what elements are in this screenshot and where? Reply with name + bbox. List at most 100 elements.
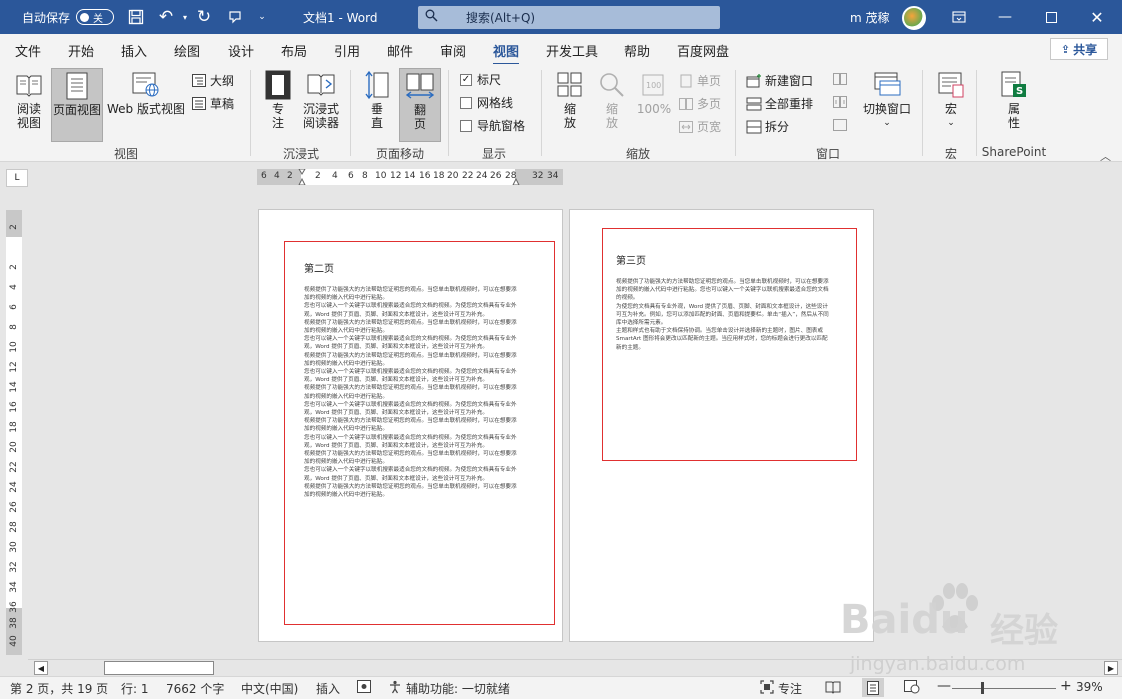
web-layout-button[interactable]: Web 版式视图 [104, 70, 188, 116]
print-layout-button[interactable]: 页面视图 [51, 68, 103, 142]
maximize-icon[interactable] [1028, 0, 1074, 34]
arrange-all-button[interactable]: 全部重排 [746, 95, 813, 112]
share-button[interactable]: ⇪ 共享 [1050, 38, 1108, 60]
tab-mailings[interactable]: 邮件 [387, 41, 413, 60]
ruler-tick-label: 10 [9, 341, 19, 353]
new-window-button[interactable]: 新建窗口 [746, 72, 813, 89]
zoom-out-icon[interactable]: — [937, 678, 951, 694]
ruler-checkbox[interactable]: ✓ 标尺 [460, 71, 501, 88]
scroll-thumb[interactable] [104, 661, 214, 675]
page-count[interactable]: 第 2 页，共 19 页 [10, 680, 108, 697]
focus-button[interactable]: 专 注 [259, 70, 297, 130]
tab-draw[interactable]: 绘图 [174, 41, 200, 60]
close-icon[interactable]: ✕ [1074, 0, 1120, 34]
minimize-icon[interactable]: — [982, 0, 1028, 34]
vertical-ruler[interactable]: 2 2 4 6 8 10 12 14 16 18 20 22 24 26 28 30 32 34 36 38 40 [6, 210, 22, 655]
tab-file[interactable]: 文件 [15, 41, 41, 60]
focus-mode-label[interactable]: 专注 [778, 680, 802, 697]
immersive-reader-button[interactable]: 沉浸式 阅读器 [297, 70, 345, 130]
accessibility-icon[interactable] [388, 680, 402, 697]
vertical-button[interactable]: 垂 直 [358, 70, 396, 130]
line-number[interactable]: 行: 1 [121, 680, 149, 697]
insert-mode[interactable]: 插入 [316, 680, 340, 697]
horizontal-ruler[interactable]: 6 4 2 2 4 6 8 10 12 14 16 18 20 22 24 26 28 32 34 [257, 169, 563, 185]
tab-view[interactable]: 视图 [493, 41, 520, 66]
zoom-100-button[interactable]: 100 100% [634, 70, 674, 116]
tab-selector[interactable]: L [6, 169, 28, 187]
tab-baidu-netdisk[interactable]: 百度网盘 [677, 41, 729, 60]
gridlines-checkbox[interactable]: 网格线 [460, 94, 513, 111]
reset-window-position-button[interactable] [832, 118, 851, 132]
zoom-label-2: 放 [563, 116, 576, 130]
ruler-tick-label: 10 [375, 171, 387, 181]
properties-button[interactable]: S 属 性 [994, 70, 1034, 130]
ruler-tick-label: 32 [532, 171, 544, 181]
print-layout-status-icon[interactable] [862, 678, 884, 697]
focus-mode-icon[interactable] [760, 680, 774, 697]
tab-help[interactable]: 帮助 [624, 41, 650, 60]
autosave-label: 自动保存 [22, 10, 71, 25]
focus-icon [263, 70, 293, 100]
scroll-right-icon[interactable]: ▶ [1104, 661, 1118, 675]
tab-references[interactable]: 引用 [334, 41, 360, 60]
zoom-slider-thumb[interactable] [981, 682, 984, 694]
avatar[interactable] [902, 6, 926, 30]
ruler-tick-label: 22 [462, 171, 474, 181]
document-area[interactable]: 第二页 视频提供了功能强大的方法帮助您证明您的观点。当您单击联机视频时，可以在想… [28, 188, 1122, 658]
zoom-percent[interactable]: 39% [1076, 680, 1103, 694]
draft-button[interactable]: 草稿 [191, 95, 234, 112]
undo-dropdown-icon[interactable]: ▾ [180, 0, 190, 34]
switch-windows-button[interactable]: 切换窗口 ⌄ [860, 70, 914, 130]
accessibility-status[interactable]: 辅助功能: 一切就绪 [406, 680, 510, 697]
web-layout-icon [131, 70, 161, 100]
word-count[interactable]: 7662 个字 [166, 680, 224, 697]
zoom-dialog-button[interactable]: 缩 放 [593, 70, 631, 130]
tab-layout[interactable]: 布局 [281, 41, 307, 60]
redo-icon[interactable]: ↻ [194, 0, 214, 34]
properties-label-2: 性 [1007, 116, 1020, 130]
outline-button[interactable]: 大纲 [191, 72, 234, 89]
split-button[interactable]: 拆分 [746, 118, 789, 135]
page-width-button[interactable]: 页宽 [678, 118, 721, 135]
split-label: 拆分 [765, 120, 790, 134]
page-2[interactable]: 第二页 视频提供了功能强大的方法帮助您证明您的观点。当您单击联机视频时，可以在想… [258, 209, 563, 642]
tab-developer[interactable]: 开发工具 [546, 41, 598, 60]
read-mode-button[interactable]: 阅读 视图 [8, 70, 50, 130]
split-icon [746, 120, 762, 134]
touch-mode-icon[interactable] [226, 0, 244, 34]
language[interactable]: 中文(中国) [241, 680, 298, 697]
macro-recording-icon[interactable] [357, 680, 371, 696]
save-icon[interactable] [127, 0, 145, 34]
multiple-pages-button[interactable]: 多页 [678, 95, 721, 112]
page-3[interactable]: 第三页 视频提供了功能强大的方法帮助您证明您的观点。当您单击联机视频时，可以在想… [569, 209, 874, 642]
ruler-tick-label: 26 [490, 171, 502, 181]
view-side-by-side-button[interactable] [832, 72, 851, 86]
side-to-side-button[interactable]: 翻 页 [399, 68, 441, 142]
scroll-left-icon[interactable]: ◀ [34, 661, 48, 675]
zoom-button[interactable]: 缩 放 [551, 70, 589, 130]
customize-qat-icon[interactable]: ⌄ [256, 0, 268, 34]
tab-insert[interactable]: 插入 [121, 41, 147, 60]
synchronous-scrolling-button[interactable] [832, 95, 851, 109]
autosave-control[interactable]: 自动保存 关 [22, 0, 115, 34]
collapse-ribbon-icon[interactable]: ︿ [1100, 148, 1111, 164]
read-mode-status-icon[interactable] [825, 680, 841, 697]
undo-icon[interactable]: ↶ [156, 0, 176, 34]
macros-button[interactable]: 宏 ⌄ [932, 70, 970, 130]
navigation-pane-checkbox[interactable]: 导航窗格 [460, 117, 525, 134]
search-icon [418, 9, 444, 26]
arrange-all-label: 全部重排 [765, 97, 814, 111]
tab-design[interactable]: 设计 [228, 41, 254, 60]
autosave-toggle[interactable]: 关 [76, 9, 115, 25]
one-page-button[interactable]: 单页 [678, 72, 721, 89]
zoom-slider-track[interactable] [952, 688, 1056, 689]
horizontal-scrollbar[interactable]: ◀ ▶ [28, 659, 1122, 676]
tab-review[interactable]: 审阅 [440, 41, 466, 60]
search-box[interactable]: 搜索(Alt+Q) [418, 6, 720, 29]
user-name[interactable]: m 茂稼 [850, 0, 890, 34]
web-layout-status-icon[interactable] [904, 680, 920, 697]
ribbon-display-options-icon[interactable] [936, 0, 982, 34]
tab-home[interactable]: 开始 [68, 41, 94, 60]
vertical-scrollbar[interactable] [1104, 188, 1122, 658]
zoom-in-icon[interactable]: + [1060, 678, 1072, 694]
